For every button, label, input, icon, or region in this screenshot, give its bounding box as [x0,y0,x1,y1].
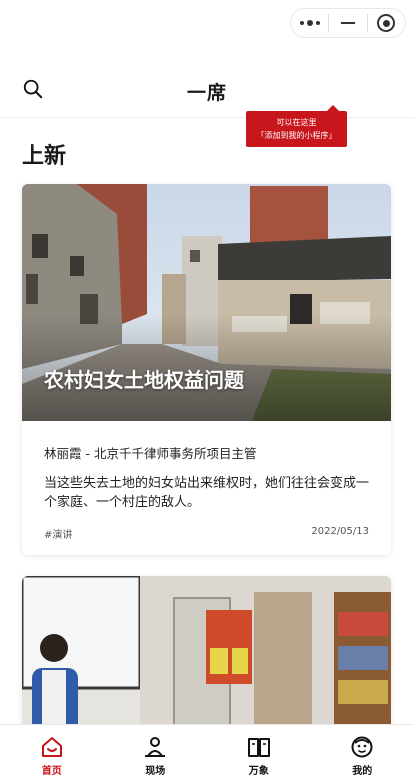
tab-home[interactable]: 首页 [0,725,104,780]
more-icon [299,20,320,26]
tab-label: 我的 [352,766,373,777]
tab-label: 万象 [248,766,269,777]
article-author: 林丽霞 - 北京千千律师事务所项目主管 [44,446,257,461]
more-button[interactable] [291,9,328,37]
app-title: 一席 [186,82,227,104]
article-cover-title: 农村妇女土地权益问题 [44,368,244,392]
tab-label: 首页 [41,766,62,777]
article-summary: 当这些失去土地的妇女站出来维权时，她们往往会变成一个家庭、一个村庄的敌人。 [44,476,370,510]
article-tag[interactable]: #演讲 [44,526,72,541]
home-icon [41,737,62,757]
miniprogram-capsule [290,8,406,38]
tab-wanxiang[interactable]: 万象 [207,725,311,780]
minimize-icon [340,22,355,24]
add-to-my-miniprogram-tooltip: 可以在这里 「添加到我的小程序」 [246,105,347,147]
speaker-icon [145,737,166,757]
article-cover-image [22,576,391,736]
tab-live[interactable]: 现场 [104,725,208,780]
tab-label: 现场 [145,766,166,777]
section-title: 上新 [22,143,67,169]
article-date: 2022/05/13 [311,526,369,537]
article-card[interactable]: 农村妇女土地权益问题 林丽霞 - 北京千千律师事务所项目主管 当这些失去土地的妇… [22,184,391,555]
bottom-tab-bar: 首页 现场 万象 我的 [0,724,414,780]
book-icon [247,738,270,757]
app-header: 一席 [0,60,414,118]
article-cover-image: 农村妇女土地权益问题 [22,184,391,421]
tooltip-line-2: 「添加到我的小程序」 [256,131,337,140]
tooltip-line-1: 可以在这里 [276,118,317,127]
close-target-icon [377,14,396,32]
close-miniprogram-button[interactable] [368,9,405,37]
tab-mine[interactable]: 我的 [311,725,414,780]
article-card[interactable] [22,576,391,736]
face-icon [351,736,373,758]
minimize-button[interactable] [329,9,366,37]
